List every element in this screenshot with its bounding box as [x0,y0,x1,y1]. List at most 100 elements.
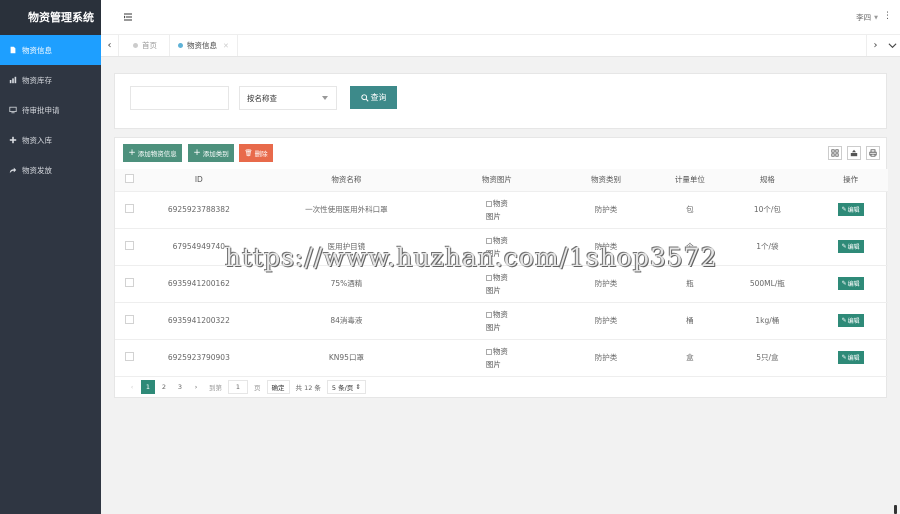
tabs-bar: ‹ 首页 物资信息 ✕ › [101,35,900,57]
table-row: 6925923788382 一次性使用医用外科口罩 物资 图片 防护类 包 10个… [115,191,888,229]
pencil-icon: ✎ [841,280,847,287]
image-alt-line1: 物资 [492,198,508,208]
cell-spec: 5只/盒 [721,339,814,377]
edit-button[interactable]: ✎ 编辑 [837,314,864,327]
sidebar-item-label: 物资库存 [22,75,52,85]
chevron-left-icon[interactable]: ‹ [125,380,139,394]
cell-unit: 包 [658,191,722,229]
sidebar-item-stock-in[interactable]: 物资入库 [0,125,101,155]
select-all-checkbox[interactable] [125,174,135,184]
edit-button[interactable]: ✎ 编辑 [837,240,864,253]
updown-icon: ⇕ [355,383,361,391]
search-type-select[interactable]: 按名称查 [239,86,337,110]
image-alt-line1: 物资 [492,235,508,245]
cell-unit: 桶 [658,302,722,340]
edit-button[interactable]: ✎ 编辑 [837,351,864,364]
sidebar-item-distribution[interactable]: 物资发放 [0,155,101,185]
page-button[interactable]: 2 [157,380,171,394]
cell-spec: 1个/袋 [721,228,814,266]
material-image: 物资图片 [485,271,508,297]
delete-button[interactable]: 🗑 删除 [239,144,273,162]
sidebar-item-material-info[interactable]: 物资信息 [0,35,101,65]
cell-spec: 500ML/瓶 [721,265,814,303]
more-vertical-icon[interactable]: ⋮ [883,11,892,21]
edit-label: 编辑 [847,244,860,251]
row-checkbox[interactable] [125,278,135,287]
material-image: 物资 图片 [485,234,508,260]
query-button[interactable]: 查询 [350,86,397,109]
chevron-left-icon[interactable]: ‹ [101,35,119,56]
row-checkbox[interactable] [125,352,135,361]
edit-label: 编辑 [847,318,860,325]
tab-home[interactable]: 首页 [125,35,165,56]
image-alt-line2: 图片 [485,211,501,221]
cell-unit: 瓶 [658,265,722,303]
cell-category: 防护类 [553,228,659,266]
broken-image-icon [485,348,492,355]
page-size-label: 5 条/页 [331,384,354,392]
row-checkbox[interactable] [125,315,135,324]
menu-toggle-icon[interactable] [123,12,133,22]
scrollbar[interactable] [894,505,897,514]
cell-id: 6925923788382 [144,191,253,229]
edit-label: 编辑 [847,355,860,362]
sidebar-item-inventory[interactable]: 物资库存 [0,65,101,95]
pencil-icon: ✎ [841,243,847,250]
user-menu[interactable]: 李四 ▼ [856,12,878,23]
image-alt-line2: 图片 [485,359,501,369]
plus-icon [8,136,17,145]
columns-filter-icon[interactable] [828,146,842,160]
monitor-icon [8,106,17,115]
pagination: ‹ 1 2 3 › 到第 1 页 确定 共 12 条 5 条/页 ⇕ [125,379,366,395]
select-value: 按名称查 [247,93,277,103]
chevron-down-icon[interactable] [884,35,900,56]
chevron-right-icon[interactable]: › [189,380,203,394]
column-header: 物资类别 [553,169,659,192]
add-category-button[interactable]: + 添加类别 [188,144,234,162]
total-count: 共 12 条 [295,384,321,392]
pencil-icon: ✎ [841,206,847,213]
row-checkbox[interactable] [125,204,135,213]
cell-unit: 个 [658,228,722,266]
share-icon [8,166,17,175]
tab-label: 物资信息 [187,41,217,50]
user-name: 李四 [856,13,872,22]
broken-image-icon [485,274,492,281]
edit-button[interactable]: ✎ 编辑 [837,203,864,216]
column-header: 物资名称 [252,169,441,192]
goto-confirm-button[interactable]: 确定 [266,380,290,394]
tab-label: 首页 [142,41,157,50]
select-all-cell[interactable] [115,169,145,192]
cell-id: 6935941200162 [144,265,253,303]
material-image: 物资图片 [485,308,508,334]
page-button[interactable]: 3 [173,380,187,394]
page-size-select[interactable]: 5 条/页 ⇕ [326,380,366,394]
broken-image-icon [485,237,492,244]
add-material-button[interactable]: + 添加物资信息 [123,144,182,162]
close-icon[interactable]: ✕ [223,42,229,50]
print-icon[interactable] [866,146,880,160]
row-checkbox[interactable] [125,241,135,250]
delete-label: 删除 [254,150,268,158]
sidebar-item-pending-approval[interactable]: 待审批申请 [0,95,101,125]
tab-dot [133,43,138,48]
tab-material-info[interactable]: 物资信息 ✕ [169,35,238,56]
chevron-right-icon[interactable]: › [866,35,884,56]
cell-name: 一次性使用医用外科口罩 [252,191,441,229]
tab-dot [178,43,183,48]
image-alt-line2: 图片 [485,285,501,295]
pencil-icon: ✎ [841,354,847,361]
sidebar-item-label: 待审批申请 [22,105,60,115]
table-row: 6925923790903 KN95口罩 物资 图片 防护类 盒 5只/盒 ✎ 编辑 [115,339,888,377]
image-alt-line2: 图片 [485,322,501,332]
material-image: 物资 图片 [485,345,508,371]
image-alt-line1: 物资 [492,309,508,319]
sidebar-item-label: 物资信息 [22,45,52,55]
goto-page-input[interactable]: 1 [228,380,248,394]
image-alt-line1: 物资 [492,272,508,282]
cell-id: 67954949740 [144,228,253,266]
page-button[interactable]: 1 [141,380,155,394]
export-icon[interactable] [847,146,861,160]
edit-button[interactable]: ✎ 编辑 [837,277,864,290]
search-input[interactable] [130,86,229,110]
